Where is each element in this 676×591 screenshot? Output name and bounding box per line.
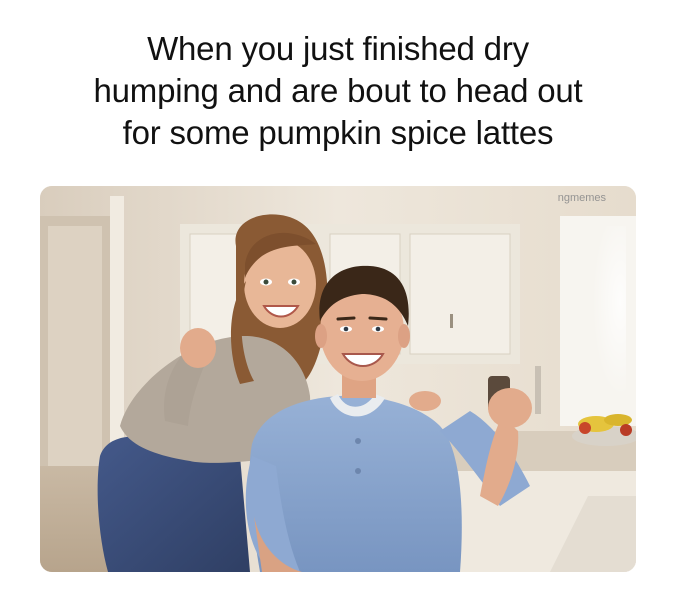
meme-photo: ngmemes [40,186,636,572]
photo-illustration [40,186,636,572]
watermark-text: ngmemes [557,192,606,204]
meme-caption: When you just finished dry humping and a… [0,28,676,154]
caption-line-3: for some pumpkin spice lattes [122,114,554,151]
caption-line-1: When you just finished dry [147,30,529,67]
caption-line-2: humping and are bout to head out [93,72,583,109]
